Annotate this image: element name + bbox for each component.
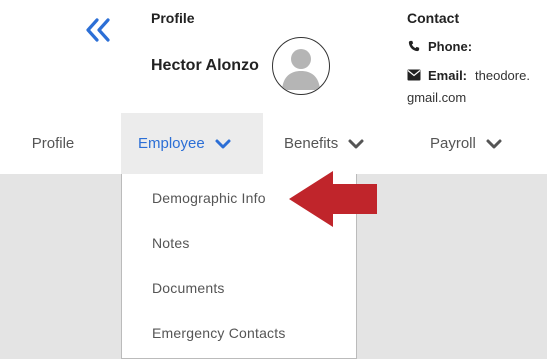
chevron-down-icon [486,139,502,148]
tab-profile[interactable]: Profile [0,113,106,174]
email-value[interactable]: theodore. [475,68,530,83]
menu-item-notes[interactable]: Notes [152,235,190,251]
chevron-down-icon [348,139,364,148]
menu-item-documents[interactable]: Documents [152,280,225,296]
phone-icon [408,40,420,52]
profile-section-label: Profile [151,10,195,26]
tab-employee[interactable]: Employee [121,113,263,174]
tab-benefits[interactable]: Benefits [284,113,394,174]
red-arrow-left-icon [289,171,377,227]
chevron-down-icon [215,139,231,148]
profile-header: Profile Hector Alonzo Contact Phone: Ema… [0,0,547,113]
double-chevron-left-icon[interactable] [84,17,112,43]
email-label: Email: [428,68,468,83]
phone-label: Phone: [428,39,473,54]
email-row: Email: theodore. [407,68,530,83]
main-tabs: Profile Employee Benefits Payroll [0,113,547,174]
tab-benefits-label: Benefits [284,135,339,152]
contact-section-label: Contact [407,10,460,26]
tab-profile-label: Profile [31,135,75,152]
avatar [272,37,330,95]
menu-item-emergency-contacts[interactable]: Emergency Contacts [152,325,286,341]
menu-item-demographic-info[interactable]: Demographic Info [152,190,266,206]
phone-row: Phone: [407,39,472,54]
user-silhouette-icon [282,49,320,90]
tab-payroll[interactable]: Payroll [430,113,530,174]
envelope-icon [407,69,421,81]
email-value-continued[interactable]: gmail.com [407,90,466,105]
user-name: Hector Alonzo [151,57,259,74]
tab-employee-label: Employee [138,135,205,152]
tab-payroll-label: Payroll [430,135,476,152]
